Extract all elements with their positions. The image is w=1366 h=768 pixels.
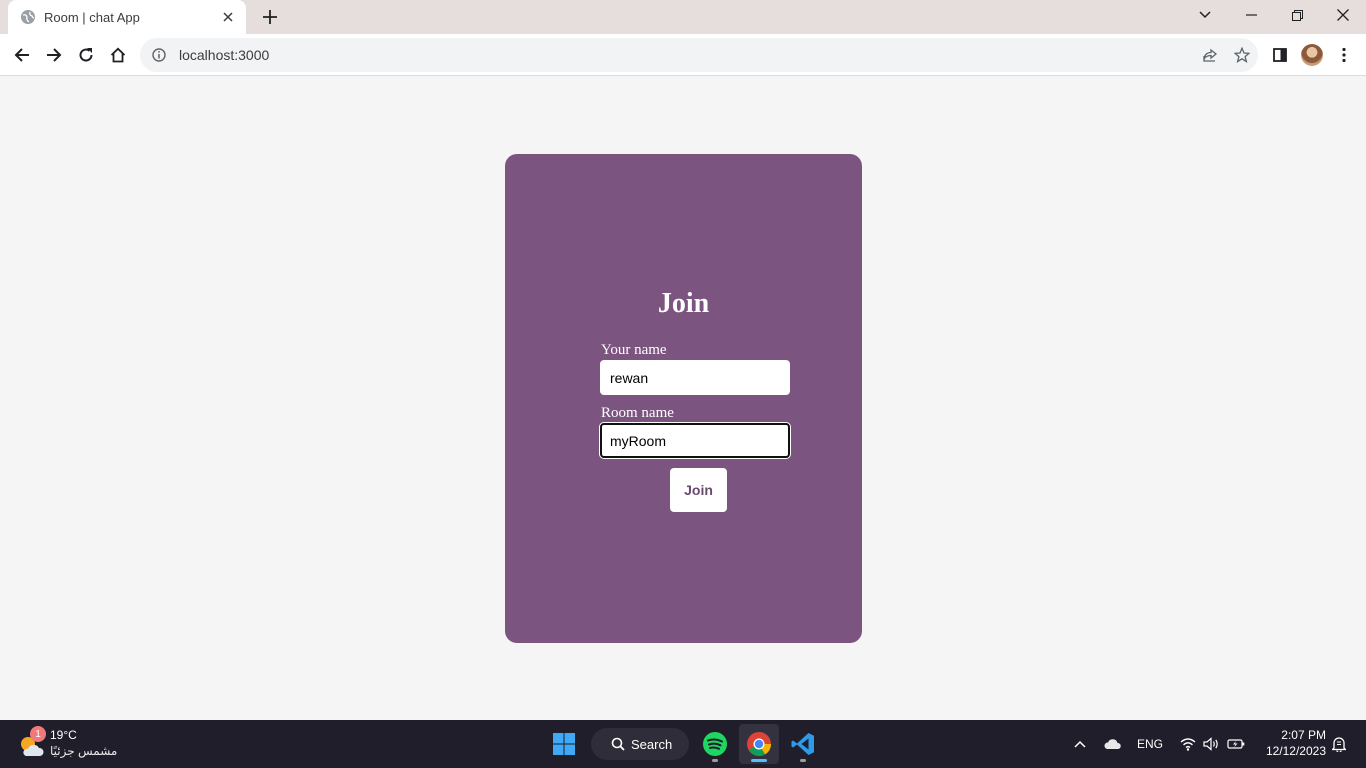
browser-toolbar: localhost:3000 xyxy=(0,34,1366,76)
wifi-icon[interactable] xyxy=(1176,720,1200,768)
room-label: Room name xyxy=(601,405,674,421)
show-hidden-icons-chevron-up-icon[interactable] xyxy=(1068,720,1092,768)
taskbar-clock[interactable]: 2:07 PM 12/12/2023 xyxy=(1256,727,1326,759)
join-button[interactable]: Join xyxy=(670,468,727,512)
join-heading: Join xyxy=(657,288,710,319)
back-arrow-icon[interactable] xyxy=(6,39,38,71)
browser-tab[interactable]: Room | chat App xyxy=(8,0,246,34)
tab-title: Room | chat App xyxy=(44,9,140,25)
weather-badge: 1 xyxy=(30,726,46,742)
search-icon xyxy=(611,737,625,751)
close-tab-icon[interactable] xyxy=(220,9,236,25)
home-icon[interactable] xyxy=(102,39,134,71)
minimize-icon[interactable] xyxy=(1228,0,1274,30)
join-card: Join Your name Room name Join xyxy=(505,154,862,643)
spotify-icon[interactable] xyxy=(695,724,735,764)
more-menu-icon[interactable] xyxy=(1328,39,1360,71)
clock-time: 2:07 PM xyxy=(1281,728,1326,742)
forward-arrow-icon[interactable] xyxy=(38,39,70,71)
active-indicator xyxy=(751,759,767,762)
clock-date: 12/12/2023 xyxy=(1265,744,1326,758)
room-input[interactable] xyxy=(600,423,790,458)
vscode-icon[interactable] xyxy=(783,724,823,764)
onedrive-cloud-icon[interactable] xyxy=(1100,720,1124,768)
bookmark-star-icon[interactable] xyxy=(1226,39,1258,71)
tab-search-chevron-down-icon[interactable] xyxy=(1182,0,1228,30)
globe-icon xyxy=(20,9,36,25)
reload-icon[interactable] xyxy=(70,39,102,71)
battery-icon[interactable] xyxy=(1224,720,1248,768)
weather-temp: 19°C xyxy=(50,728,77,742)
taskbar-search[interactable]: Search xyxy=(591,728,689,760)
weather-widget[interactable]: 1 19°C مشمس جزئيًا xyxy=(16,726,126,762)
running-indicator xyxy=(712,759,718,762)
running-indicator xyxy=(800,759,806,762)
name-input[interactable] xyxy=(600,360,790,395)
url-text[interactable]: localhost:3000 xyxy=(179,47,1194,63)
language-indicator[interactable]: ENG xyxy=(1134,720,1166,768)
profile-avatar[interactable] xyxy=(1301,44,1323,66)
weather-description: مشمس جزئيًا xyxy=(50,744,118,758)
share-icon[interactable] xyxy=(1194,39,1226,71)
windows-start-icon[interactable] xyxy=(544,724,584,764)
site-info-icon[interactable] xyxy=(151,47,167,63)
new-tab-button[interactable] xyxy=(258,5,282,29)
tab-strip: Room | chat App xyxy=(0,0,1366,34)
search-label: Search xyxy=(631,736,673,752)
close-window-icon[interactable] xyxy=(1320,0,1366,30)
restore-icon[interactable] xyxy=(1274,0,1320,30)
side-panel-icon[interactable] xyxy=(1264,39,1296,71)
volume-icon[interactable] xyxy=(1200,720,1222,768)
taskbar: 1 19°C مشمس جزئيًا Search ENG 2:07 PM 12… xyxy=(0,720,1366,768)
chrome-icon[interactable] xyxy=(739,724,779,764)
page-viewport: Join Your name Room name Join xyxy=(0,77,1366,720)
address-bar[interactable]: localhost:3000 xyxy=(140,38,1258,72)
notification-bell-icon[interactable] xyxy=(1328,720,1350,768)
name-label: Your name xyxy=(601,342,667,358)
